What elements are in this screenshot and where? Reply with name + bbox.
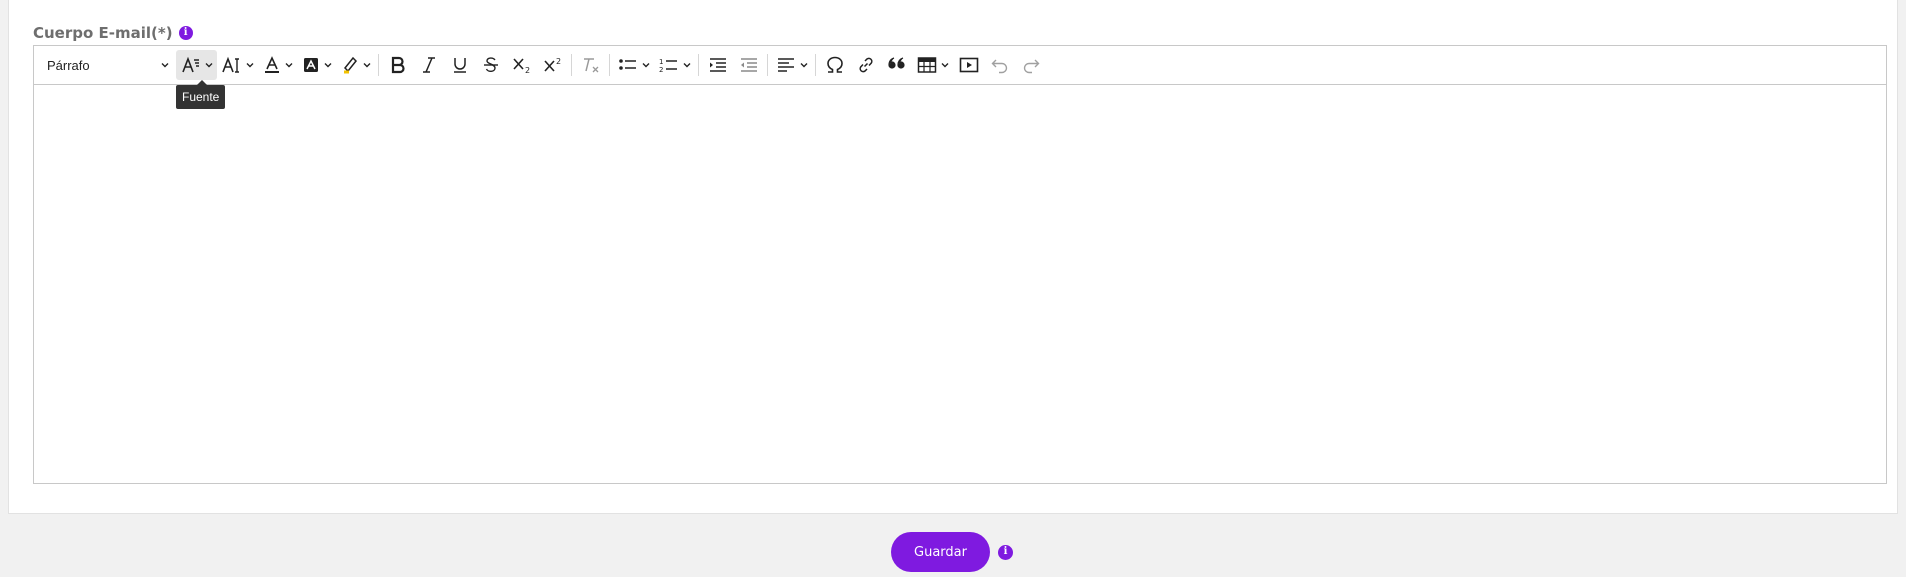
- highlight-button[interactable]: [336, 50, 375, 80]
- remove-format-icon: [583, 58, 598, 73]
- toolbar-separator: [815, 54, 816, 76]
- bulleted-list-button[interactable]: [613, 50, 654, 80]
- chevron-down-icon: [363, 63, 371, 68]
- bold-icon: [391, 56, 405, 74]
- toolbar-separator: [767, 54, 768, 76]
- media-embed-icon: [959, 57, 978, 73]
- superscript-icon: 2: [543, 57, 561, 72]
- highlight-icon: [343, 56, 358, 74]
- undo-icon: [991, 59, 1007, 74]
- form-actions: Guardar i: [891, 532, 1013, 572]
- underline-icon: [453, 58, 466, 73]
- bulleted-list-icon: [619, 59, 636, 70]
- field-label: Cuerpo E-mail(*) i: [33, 24, 193, 42]
- svg-text:2: 2: [525, 66, 530, 74]
- indent-button[interactable]: [702, 50, 733, 80]
- undo-button[interactable]: [984, 50, 1015, 80]
- save-button[interactable]: Guardar: [891, 532, 990, 572]
- block-format-value: Párrafo: [47, 57, 90, 73]
- block-quote-icon: [887, 57, 905, 69]
- subscript-button[interactable]: 2: [506, 50, 537, 80]
- insert-table-icon: [917, 57, 937, 73]
- font-color-icon: [265, 56, 279, 73]
- media-embed-button[interactable]: [953, 50, 984, 80]
- chevron-down-icon: [161, 63, 169, 68]
- strikethrough-icon: [483, 57, 498, 73]
- block-quote-button[interactable]: [881, 50, 912, 80]
- field-label-text: Cuerpo E-mail(*): [33, 24, 173, 42]
- chevron-down-icon: [941, 63, 949, 68]
- bold-button[interactable]: [382, 50, 413, 80]
- toolbar-separator: [571, 54, 572, 76]
- chevron-down-icon: [642, 63, 650, 68]
- underline-button[interactable]: [444, 50, 475, 80]
- toolbar-separator: [609, 54, 610, 76]
- link-icon: [858, 57, 873, 73]
- form-card: Cuerpo E-mail(*) i Párrafo 2 2 1 2 Fuent…: [8, 0, 1898, 514]
- insert-table-button[interactable]: [912, 50, 953, 80]
- font-size-icon: [222, 56, 239, 73]
- editor-toolbar: Párrafo 2 2 1 2: [34, 46, 1886, 85]
- redo-icon: [1023, 59, 1039, 74]
- font-family-button[interactable]: [176, 50, 217, 80]
- font-color-button[interactable]: [258, 50, 297, 80]
- subscript-icon: 2: [512, 58, 530, 74]
- svg-text:1: 1: [659, 58, 663, 66]
- indent-icon: [709, 58, 726, 72]
- font-family-icon: [182, 56, 199, 73]
- link-button[interactable]: [850, 50, 881, 80]
- chevron-down-icon: [285, 63, 293, 68]
- special-characters-icon: [826, 56, 843, 73]
- remove-format-button[interactable]: [575, 50, 606, 80]
- special-characters-button[interactable]: [819, 50, 850, 80]
- italic-button[interactable]: [413, 50, 444, 80]
- toolbar-separator: [698, 54, 699, 76]
- alignment-icon: [778, 58, 794, 72]
- chevron-down-icon: [800, 63, 808, 68]
- chevron-down-icon: [683, 63, 691, 68]
- chevron-down-icon: [246, 63, 254, 68]
- svg-text:2: 2: [659, 66, 663, 74]
- chevron-down-icon: [205, 63, 213, 68]
- outdent-button[interactable]: [733, 50, 764, 80]
- redo-button[interactable]: [1015, 50, 1046, 80]
- info-icon[interactable]: i: [998, 544, 1013, 560]
- font-tooltip: Fuente: [176, 80, 226, 109]
- block-format-dropdown[interactable]: Párrafo: [40, 50, 176, 80]
- numbered-list-icon: 12: [659, 58, 677, 74]
- superscript-button[interactable]: 2: [537, 50, 568, 80]
- font-background-icon: [304, 58, 318, 72]
- chevron-down-icon: [324, 63, 332, 68]
- toolbar-separator: [378, 54, 379, 76]
- font-size-button[interactable]: [217, 50, 258, 80]
- strikethrough-button[interactable]: [475, 50, 506, 80]
- font-background-button[interactable]: [297, 50, 336, 80]
- outdent-icon: [740, 58, 757, 72]
- editor-content-area[interactable]: [34, 85, 1886, 483]
- svg-text:2: 2: [556, 57, 561, 66]
- info-icon[interactable]: i: [178, 26, 193, 40]
- rich-text-editor: Párrafo 2 2 1 2: [33, 45, 1887, 484]
- numbered-list-button[interactable]: 12: [654, 50, 695, 80]
- alignment-button[interactable]: [771, 50, 812, 80]
- italic-icon: [422, 57, 435, 73]
